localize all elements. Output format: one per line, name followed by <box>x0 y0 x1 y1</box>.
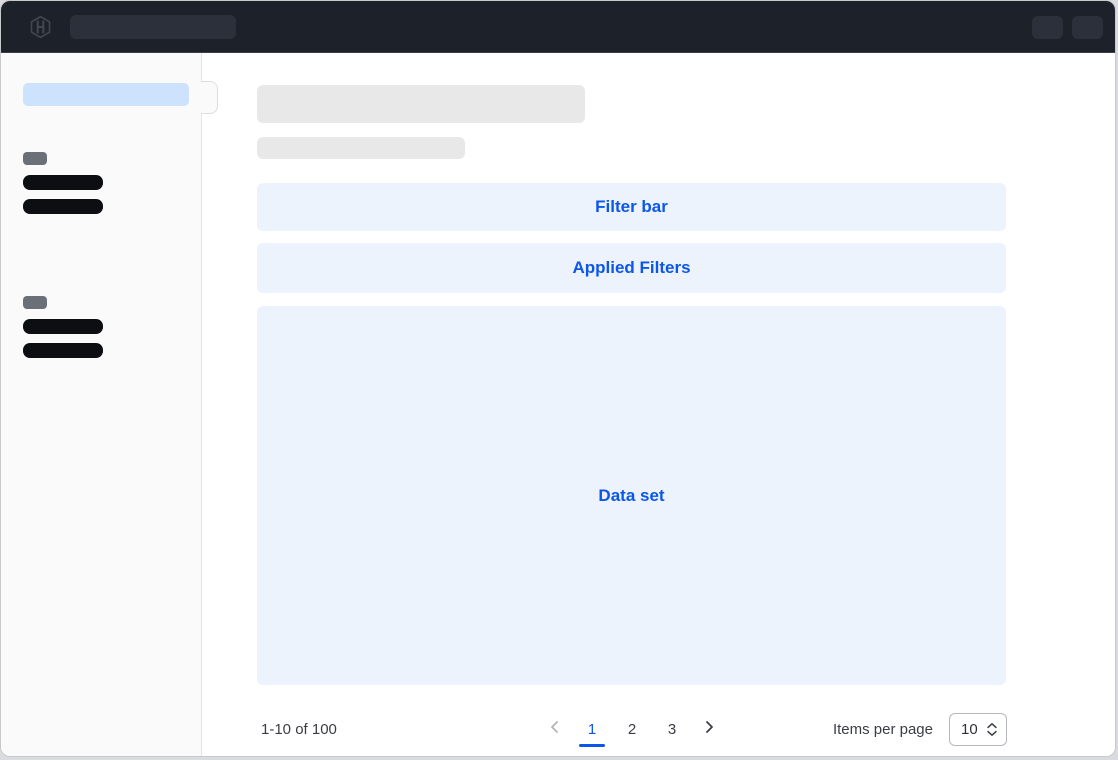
main-content: Filter bar Applied Filters Data set 1-10… <box>203 53 1115 756</box>
applied-filters-label: Applied Filters <box>572 258 690 278</box>
items-per-page-value: 10 <box>961 721 978 738</box>
filter-bar-label: Filter bar <box>595 197 668 217</box>
data-set-section: Data set <box>257 306 1006 685</box>
sidebar-link-placeholder[interactable] <box>23 319 103 334</box>
sidebar-link-placeholder[interactable] <box>23 199 103 214</box>
pagination-range-text: 1-10 of 100 <box>261 721 337 738</box>
pagination: 1-10 of 100 1 2 3 Items per page <box>257 707 1007 751</box>
sidebar-link-placeholder[interactable] <box>23 175 103 190</box>
nav-action-placeholder-2 <box>1072 16 1103 39</box>
chevron-right-icon <box>701 719 717 739</box>
sidebar <box>1 53 202 756</box>
page-subtitle-placeholder <box>257 137 465 159</box>
pager: 1 2 3 <box>543 707 721 751</box>
page-title-placeholder <box>257 85 585 123</box>
page-button-2[interactable]: 2 <box>617 709 647 749</box>
items-per-page: Items per page 10 <box>833 713 1007 746</box>
sidebar-collapse-toggle[interactable] <box>201 81 218 114</box>
app-window: Filter bar Applied Filters Data set 1-10… <box>0 0 1116 757</box>
sidebar-link-placeholder[interactable] <box>23 343 103 358</box>
sidebar-section-title-placeholder <box>23 296 47 309</box>
nav-action-placeholder-1 <box>1032 16 1063 39</box>
filter-bar-section: Filter bar <box>257 183 1006 231</box>
items-per-page-label: Items per page <box>833 721 933 738</box>
top-nav <box>1 1 1115 53</box>
nav-search-placeholder <box>70 15 236 39</box>
applied-filters-section: Applied Filters <box>257 243 1006 293</box>
page-button-3[interactable]: 3 <box>657 709 687 749</box>
next-page-button[interactable] <box>697 711 721 747</box>
chevron-left-icon <box>547 719 563 739</box>
items-per-page-select[interactable]: 10 <box>949 713 1007 746</box>
sidebar-active-item-placeholder[interactable] <box>23 83 189 106</box>
caret-sort-icon <box>986 722 998 737</box>
hashicorp-logo-icon[interactable] <box>28 15 53 39</box>
page-button-1[interactable]: 1 <box>577 709 607 749</box>
sidebar-section-title-placeholder <box>23 152 47 165</box>
prev-page-button[interactable] <box>543 711 567 747</box>
data-set-label: Data set <box>598 486 664 506</box>
